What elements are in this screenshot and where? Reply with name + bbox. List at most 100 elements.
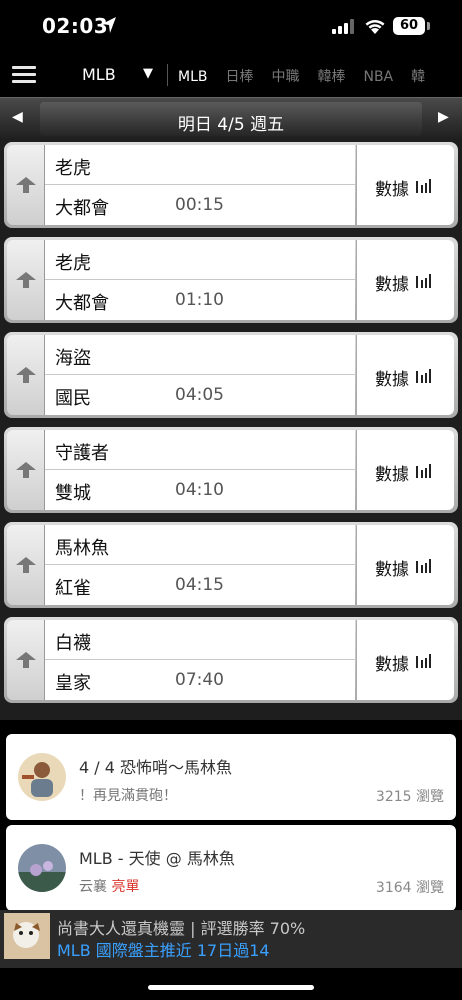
game-card[interactable]: 馬林魚 紅雀 04:15 數據 [4, 522, 458, 608]
away-team-name: 白襪 [55, 633, 91, 654]
league-tabs: MLB 日棒 中職 韓棒 NBA 韓 [178, 66, 443, 86]
game-time: 04:05 [175, 385, 224, 405]
stats-label: 數據 [375, 275, 409, 295]
home-team-name: 雙城 [55, 483, 91, 504]
pin-button[interactable] [7, 620, 45, 700]
home-team-name: 紅雀 [55, 578, 91, 599]
away-team-row: 守護者 [45, 430, 355, 470]
game-card[interactable]: 老虎 大都會 00:15 數據 [4, 142, 458, 228]
bar-chart-icon [416, 464, 431, 478]
home-team-name: 國民 [55, 388, 91, 409]
away-team-row: 白襪 [45, 620, 355, 660]
matchup: 老虎 大都會 00:15 [45, 145, 355, 225]
league-select[interactable]: MLB [82, 65, 116, 84]
post-title: 4 / 4 恐怖哨～馬林魚 [79, 758, 233, 777]
home-team-row: 大都會 01:10 [45, 280, 355, 320]
game-card[interactable]: 守護者 雙城 04:10 數據 [4, 427, 458, 513]
prev-day-icon[interactable]: ◀ [12, 109, 23, 125]
pin-arrow-icon [16, 367, 36, 383]
caret-down-icon[interactable]: ▼ [143, 66, 153, 81]
matchup: 老虎 大都會 01:10 [45, 240, 355, 320]
pin-arrow-icon [16, 462, 36, 478]
stats-button[interactable]: 數據 [356, 525, 454, 605]
pin-arrow-icon [16, 272, 36, 288]
game-list: 老虎 大都會 00:15 數據 老虎 大都會 01:10 數據 海盜 國民 04… [0, 140, 462, 720]
pin-button[interactable] [7, 335, 45, 415]
bar-chart-icon [416, 654, 431, 668]
date-selector[interactable]: 明日 4/5 週五 [40, 102, 422, 136]
away-team-row: 海盜 [45, 335, 355, 375]
matchup: 守護者 雙城 04:10 [45, 430, 355, 510]
pin-button[interactable] [7, 430, 45, 510]
bar-chart-icon [416, 179, 431, 193]
game-time: 01:10 [175, 290, 224, 310]
post-views: 3164 瀏覽 [375, 880, 444, 896]
pin-button[interactable] [7, 525, 45, 605]
home-team-row: 國民 04:05 [45, 375, 355, 415]
tab-nba[interactable]: NBA [363, 69, 393, 85]
bar-chart-icon [416, 559, 431, 573]
away-team-row: 老虎 [45, 145, 355, 185]
home-team-row: 大都會 00:15 [45, 185, 355, 225]
tab-cpbl[interactable]: 中職 [271, 66, 299, 86]
game-card[interactable]: 老虎 大都會 01:10 數據 [4, 237, 458, 323]
post-card[interactable]: 4 / 4 恐怖哨～馬林魚 ！再見滿貫砲！ 3215 瀏覽 [6, 734, 456, 820]
stats-button[interactable]: 數據 [356, 620, 454, 700]
home-team-name: 大都會 [55, 293, 109, 314]
away-team-row: 老虎 [45, 240, 355, 280]
location-arrow-icon [102, 17, 116, 33]
bar-chart-icon [416, 369, 431, 383]
status-bar: 02:03 60 [0, 0, 462, 52]
post-views: 3215 瀏覽 [375, 789, 444, 805]
tab-npb[interactable]: 日棒 [225, 66, 253, 86]
away-team-row: 馬林魚 [45, 525, 355, 565]
game-time: 00:15 [175, 195, 224, 215]
matchup: 海盜 國民 04:05 [45, 335, 355, 415]
stats-label: 數據 [375, 370, 409, 390]
away-team-name: 守護者 [55, 443, 109, 464]
ad-headline: 尚書大人還真機靈 | 評選勝率 70% [57, 919, 306, 938]
matchup: 白襪 皇家 07:40 [45, 620, 355, 700]
tab-mlb[interactable]: MLB [178, 69, 207, 85]
pin-button[interactable] [7, 145, 45, 225]
stats-button[interactable]: 數據 [356, 240, 454, 320]
game-time: 04:15 [175, 575, 224, 595]
post-subtitle: 云襄 亮單 [79, 879, 140, 895]
home-indicator [148, 985, 314, 990]
away-team-name: 老虎 [55, 158, 91, 179]
post-list: 4 / 4 恐怖哨～馬林魚 ！再見滿貫砲！ 3215 瀏覽 MLB - 天使 @… [0, 720, 462, 911]
ad-image [4, 913, 50, 959]
post-badge: 亮單 [111, 879, 140, 895]
avatar [18, 844, 66, 892]
stats-label: 數據 [375, 180, 409, 200]
stats-label: 數據 [375, 655, 409, 675]
stats-button[interactable]: 數據 [356, 145, 454, 225]
game-card[interactable]: 白襪 皇家 07:40 數據 [4, 617, 458, 703]
date-label: 明日 4/5 週五 [177, 115, 285, 135]
matchup: 馬林魚 紅雀 04:15 [45, 525, 355, 605]
tab-kbo[interactable]: 韓棒 [317, 66, 345, 86]
stats-label: 數據 [375, 560, 409, 580]
stats-button[interactable]: 數據 [356, 430, 454, 510]
tab-kbl[interactable]: 韓 [411, 66, 425, 86]
game-time: 04:10 [175, 480, 224, 500]
nav-divider [167, 64, 168, 86]
game-time: 07:40 [175, 670, 224, 690]
next-day-icon[interactable]: ▶ [438, 109, 449, 125]
home-team-row: 雙城 04:10 [45, 470, 355, 510]
post-card[interactable]: MLB - 天使 @ 馬林魚 云襄 亮單 3164 瀏覽 [6, 825, 456, 911]
away-team-name: 馬林魚 [55, 538, 109, 559]
pin-arrow-icon [16, 652, 36, 668]
wifi-icon [365, 19, 385, 34]
menu-icon[interactable] [12, 66, 36, 84]
home-team-row: 紅雀 04:15 [45, 565, 355, 605]
post-subtitle: ！再見滿貫砲！ [79, 788, 177, 804]
date-bar: ◀ 明日 4/5 週五 ▶ [0, 97, 462, 140]
stats-button[interactable]: 數據 [356, 335, 454, 415]
ad-subline: MLB 國際盤主推近 17日過14 [57, 941, 270, 960]
ad-banner[interactable]: 尚書大人還真機靈 | 評選勝率 70% MLB 國際盤主推近 17日過14 [0, 910, 462, 968]
pin-arrow-icon [16, 557, 36, 573]
game-card[interactable]: 海盜 國民 04:05 數據 [4, 332, 458, 418]
pin-button[interactable] [7, 240, 45, 320]
home-team-name: 大都會 [55, 198, 109, 219]
